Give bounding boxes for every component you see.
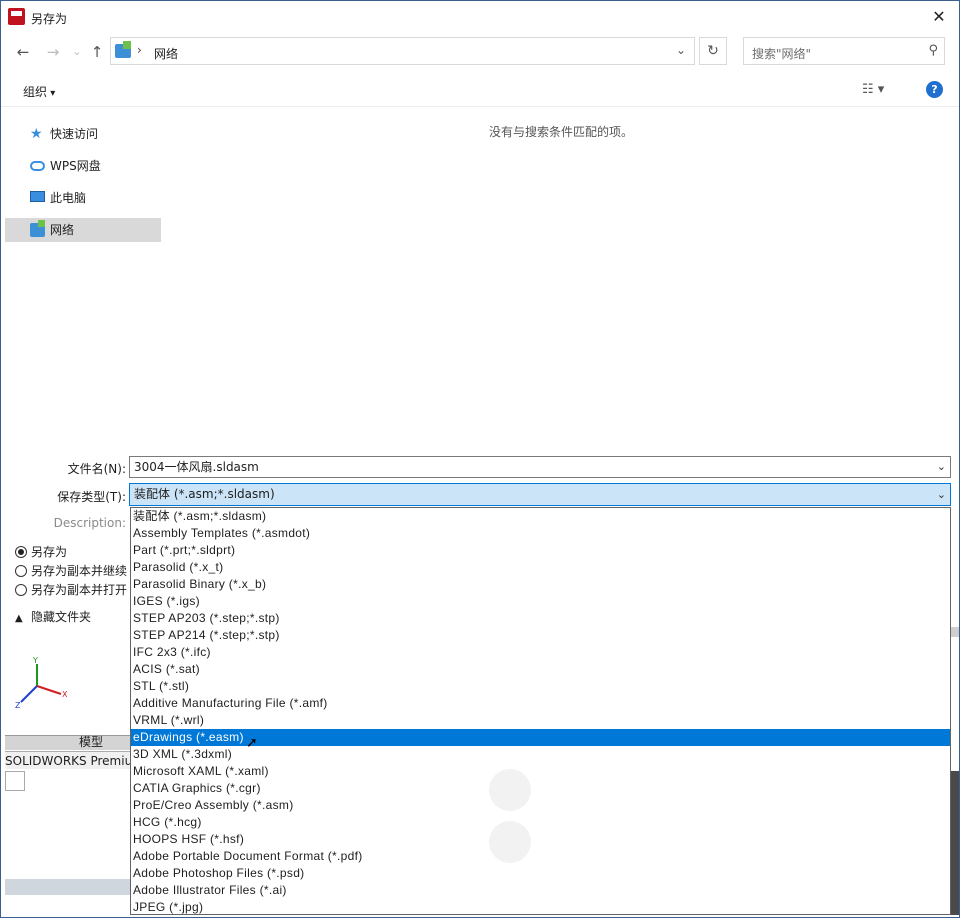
- filetype-option[interactable]: IFC 2x3 (*.ifc): [131, 644, 950, 661]
- filetype-select[interactable]: 装配体 (*.asm;*.sldasm) ⌄: [129, 483, 951, 506]
- chevron-right-icon[interactable]: ›: [137, 43, 142, 57]
- radio-button[interactable]: [15, 584, 27, 596]
- recent-locations-icon[interactable]: ⌄: [67, 41, 87, 63]
- background-circle: [489, 821, 531, 863]
- empty-results-message: 没有与搜索条件匹配的项。: [489, 125, 634, 139]
- back-arrow-icon[interactable]: ←: [13, 41, 33, 63]
- filetype-option[interactable]: IGES (*.igs): [131, 593, 950, 610]
- filetype-option[interactable]: HCG (*.hcg): [131, 814, 950, 831]
- filetype-option[interactable]: Part (*.prt;*.sldprt): [131, 542, 950, 559]
- sidebar-item-network[interactable]: 网络: [5, 218, 161, 242]
- filetype-option[interactable]: Additive Manufacturing File (*.amf): [131, 695, 950, 712]
- window-title: 另存为: [31, 12, 68, 26]
- filetype-value: 装配体 (*.asm;*.sldasm): [134, 487, 275, 501]
- filetype-option[interactable]: STL (*.stl): [131, 678, 950, 695]
- computer-icon: [30, 191, 45, 202]
- cloud-icon: [30, 161, 45, 171]
- filetype-option[interactable]: Adobe Portable Document Format (*.pdf): [131, 848, 950, 865]
- network-icon: [115, 41, 131, 58]
- radio-save-as[interactable]: 另存为: [15, 543, 67, 561]
- hide-folders-label: 隐藏文件夹: [31, 610, 92, 624]
- background-panel: [5, 771, 25, 791]
- search-placeholder: 搜索"网络": [752, 47, 812, 61]
- coordinate-triad-icon: Y X Z: [15, 656, 68, 710]
- navigation-pane: ★ 快速访问 WPS网盘 此电脑 网络: [5, 109, 161, 439]
- filename-label: 文件名(N):: [67, 462, 126, 476]
- sidebar-item-label: WPS网盘: [50, 159, 101, 173]
- filetype-option[interactable]: Parasolid Binary (*.x_b): [131, 576, 950, 593]
- filename-value: 3004一体风扇.sldasm: [134, 460, 259, 474]
- address-bar[interactable]: › 网络 ⌄: [110, 37, 695, 65]
- chevron-down-icon[interactable]: ⌄: [676, 43, 686, 57]
- filetype-option[interactable]: ACIS (*.sat): [131, 661, 950, 678]
- filetype-option[interactable]: STEP AP203 (*.step;*.stp): [131, 610, 950, 627]
- sidebar-item-label: 快速访问: [50, 127, 99, 141]
- sidebar-item-label: 此电脑: [50, 191, 87, 205]
- filetype-option[interactable]: JPEG (*.jpg): [131, 899, 950, 914]
- mouse-cursor-icon: ➚: [246, 735, 258, 751]
- chevron-up-icon: ▲: [15, 613, 23, 624]
- background-strip: [5, 879, 130, 895]
- filetype-option[interactable]: 装配体 (*.asm;*.sldasm): [131, 508, 950, 525]
- filetype-option[interactable]: Adobe Photoshop Files (*.psd): [131, 865, 950, 882]
- address-crumb[interactable]: 网络: [154, 45, 178, 62]
- sidebar-item-this-pc[interactable]: 此电脑: [5, 186, 161, 210]
- filetype-option[interactable]: HOOPS HSF (*.hsf): [131, 831, 950, 848]
- radio-label: 另存为: [31, 545, 68, 559]
- filetype-option[interactable]: CATIA Graphics (*.cgr): [131, 780, 950, 797]
- filename-field[interactable]: 3004一体风扇.sldasm ⌄: [129, 456, 951, 478]
- radio-label: 另存为副本并打开: [31, 583, 128, 597]
- radio-label: 另存为副本并继续: [31, 564, 128, 578]
- close-icon[interactable]: ✕: [927, 5, 951, 29]
- sidebar-item-wps-cloud[interactable]: WPS网盘: [5, 154, 161, 178]
- radio-save-copy-open[interactable]: 另存为副本并打开: [15, 581, 127, 599]
- refresh-icon[interactable]: ↻: [699, 37, 727, 65]
- command-bar: 组织 ☷ ▾ ?: [1, 71, 959, 107]
- search-icon[interactable]: ⚲: [928, 43, 938, 58]
- sheet-tab-bar: [5, 735, 130, 750]
- hide-folders-toggle[interactable]: ▲ 隐藏文件夹: [15, 608, 91, 626]
- radio-button[interactable]: [15, 546, 27, 558]
- up-arrow-icon[interactable]: ↑: [87, 41, 107, 63]
- search-input[interactable]: 搜索"网络" ⚲: [743, 37, 945, 65]
- view-options-icon[interactable]: ☷ ▾: [862, 82, 884, 97]
- network-icon: [30, 220, 45, 237]
- radio-save-copy-continue[interactable]: 另存为副本并继续: [15, 562, 127, 580]
- svg-text:Z: Z: [15, 701, 21, 710]
- background-edge: [951, 771, 959, 915]
- filetype-option[interactable]: VRML (*.wrl): [131, 712, 950, 729]
- navigation-bar: ← → ⌄ ↑ › 网络 ⌄ ↻ 搜索"网络" ⚲: [1, 33, 959, 71]
- chevron-down-icon[interactable]: ⌄: [937, 484, 946, 505]
- svg-text:Y: Y: [32, 656, 38, 665]
- scrollbar-thumb[interactable]: [951, 627, 959, 637]
- svg-text:X: X: [62, 690, 68, 699]
- help-icon[interactable]: ?: [926, 81, 943, 98]
- filetype-option[interactable]: Parasolid (*.x_t): [131, 559, 950, 576]
- description-label: Description:: [53, 516, 126, 530]
- organize-button[interactable]: 组织: [23, 83, 55, 100]
- forward-arrow-icon[interactable]: →: [43, 41, 63, 63]
- sidebar-item-label: 网络: [50, 223, 75, 237]
- filetype-option[interactable]: STEP AP214 (*.step;*.stp): [131, 627, 950, 644]
- filetype-option[interactable]: Microsoft XAML (*.xaml): [131, 763, 950, 780]
- filetype-dropdown-list[interactable]: 装配体 (*.asm;*.sldasm) Assembly Templates (…: [130, 507, 951, 915]
- radio-button[interactable]: [15, 565, 27, 577]
- title-bar: 另存为 ✕: [1, 1, 959, 33]
- star-icon: ★: [30, 126, 43, 142]
- sidebar-item-quick-access[interactable]: ★ 快速访问: [5, 122, 161, 146]
- filetype-option[interactable]: Adobe Illustrator Files (*.ai): [131, 882, 950, 899]
- filetype-option[interactable]: Assembly Templates (*.asmdot): [131, 525, 950, 542]
- tab-model[interactable]: 模型: [79, 735, 103, 749]
- background-circle: [489, 769, 531, 811]
- status-bar: SOLIDWORKS Premium: [5, 751, 130, 769]
- filetype-label: 保存类型(T):: [57, 490, 126, 504]
- chevron-down-icon[interactable]: ⌄: [937, 457, 946, 477]
- save-as-dialog: 另存为 ✕ ← → ⌄ ↑ › 网络 ⌄ ↻ 搜索"网络" ⚲ 组织 ☷ ▾ ?…: [0, 0, 960, 918]
- solidworks-app-icon: [8, 8, 25, 25]
- filetype-option[interactable]: ProE/Creo Assembly (*.asm): [131, 797, 950, 814]
